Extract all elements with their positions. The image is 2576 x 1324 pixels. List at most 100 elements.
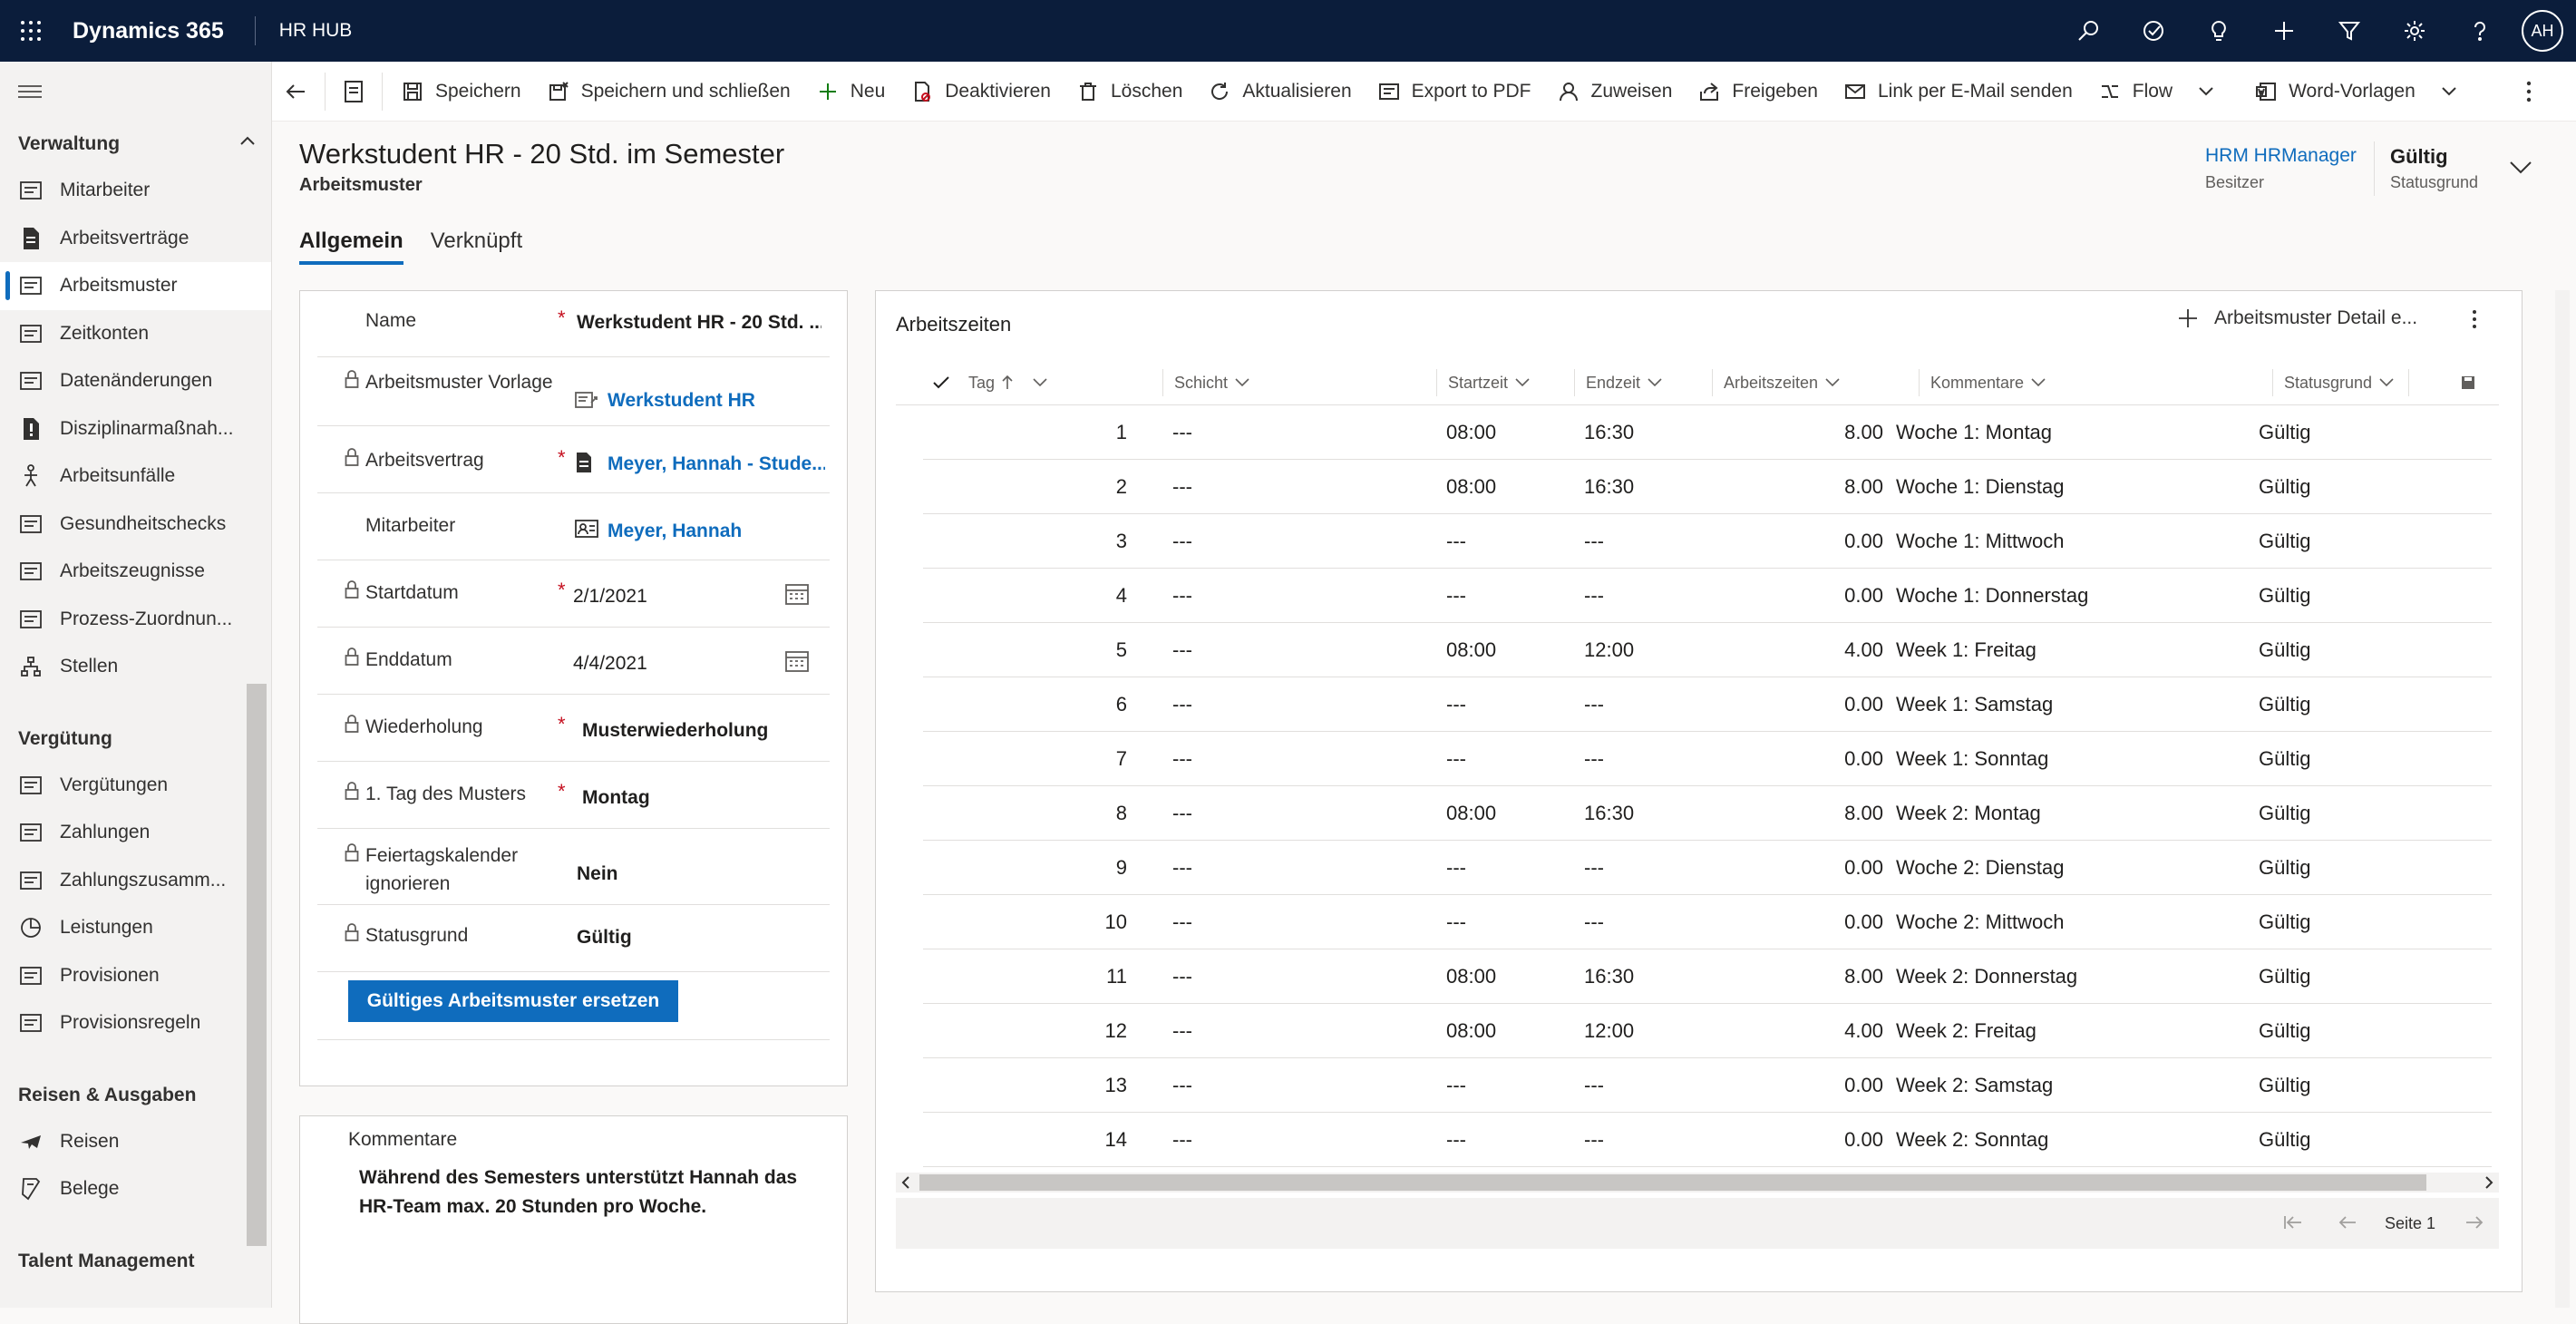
sidebar-item-leistungen[interactable]: Leistungen (0, 904, 271, 952)
sidebar-item-mitarbeiter[interactable]: Mitarbeiter (0, 167, 271, 215)
table-row[interactable]: 5 --- 08:00 12:00 4.00 Week 1: Freitag Gültig (923, 623, 2492, 677)
replace-pattern-button[interactable]: Gültiges Arbeitsmuster ersetzen (348, 980, 678, 1022)
column-header-endzeit[interactable]: Endzeit (1575, 360, 1713, 405)
brand-name[interactable]: Dynamics 365 (73, 18, 224, 44)
employee-link[interactable]: Meyer, Hannah (608, 521, 742, 542)
new-button[interactable]: Neu (803, 62, 899, 122)
table-row[interactable]: 4 --- --- --- 0.00 Woche 1: Donnerstag Gültig (923, 569, 2492, 623)
page-scrollbar[interactable] (2555, 290, 2570, 1308)
scrollbar-thumb[interactable] (919, 1174, 2426, 1191)
deactivate-button[interactable]: Deaktivieren (898, 62, 1064, 122)
sidebar-item-vergütungen[interactable]: Vergütungen (0, 762, 271, 810)
calendar-icon[interactable] (785, 582, 809, 606)
name-input[interactable]: Werkstudent HR - 20 Std. ... (577, 312, 821, 334)
table-row[interactable]: 10 --- --- --- 0.00 Woche 2: Mittwoch Gültig (923, 895, 2492, 949)
table-row[interactable]: 2 --- 08:00 16:30 8.00 Woche 1: Dienstag Gülti… (923, 460, 2492, 514)
sidebar-item-datenänderungen[interactable]: Datenänderungen (0, 357, 271, 405)
sidebar-item-provisionsregeln[interactable]: Provisionsregeln (0, 999, 271, 1047)
save-and-close-button[interactable]: Speichern und schließen (534, 62, 803, 122)
email-link-button[interactable]: Link per E-Mail senden (1831, 62, 2085, 122)
form-view-button[interactable] (331, 62, 376, 122)
select-all-checkmark-icon[interactable] (932, 360, 968, 405)
chevron-up-icon[interactable] (240, 136, 255, 145)
nav-group-talent-management[interactable]: Talent Management (0, 1239, 271, 1284)
flow-button[interactable]: Flow (2085, 62, 2241, 122)
scroll-right-icon[interactable] (2484, 1176, 2493, 1189)
refresh-button[interactable]: Aktualisieren (1195, 62, 1364, 122)
holiday-toggle[interactable]: Nein (577, 863, 618, 885)
comments-textarea[interactable]: Während des Semesters unterstützt Hannah… (359, 1163, 831, 1222)
more-commands-button[interactable] (2504, 62, 2564, 122)
table-row[interactable]: 1 --- 08:00 16:30 8.00 Woche 1: Montag Gültig (923, 405, 2492, 460)
next-page-icon[interactable] (2464, 1214, 2484, 1231)
hamburger-menu-icon[interactable] (0, 62, 271, 122)
first-page-icon[interactable] (2283, 1214, 2303, 1231)
sidebar-item-belege[interactable]: Belege (0, 1165, 271, 1213)
tab-verknuepft[interactable]: Verknüpft (431, 229, 522, 265)
template-link[interactable]: Werkstudent HR (608, 390, 755, 412)
table-row[interactable]: 11 --- 08:00 16:30 8.00 Week 2: Donnerstag Gül… (923, 949, 2492, 1004)
save-view-icon[interactable] (2461, 360, 2488, 405)
end-date-input[interactable]: 4/4/2021 (573, 653, 647, 675)
column-header-schicht[interactable]: Schicht (1163, 360, 1437, 405)
column-header-arbeitszeiten[interactable]: Arbeitszeiten (1713, 360, 1920, 405)
table-row[interactable]: 13 --- --- --- 0.00 Week 2: Samstag Gültig (923, 1058, 2492, 1113)
sidebar-scrollbar[interactable] (247, 684, 267, 1246)
gear-icon[interactable] (2382, 0, 2447, 62)
delete-button[interactable]: Löschen (1064, 62, 1195, 122)
task-icon[interactable] (2121, 0, 2186, 62)
filter-icon[interactable] (2317, 0, 2382, 62)
app-name[interactable]: HR HUB (279, 20, 353, 42)
start-date-input[interactable]: 2/1/2021 (573, 586, 647, 608)
header-expand-chevron-icon[interactable] (2510, 161, 2532, 174)
sidebar-item-arbeitszeugnisse[interactable]: Arbeitszeugnisse (0, 548, 271, 596)
table-row[interactable]: 6 --- --- --- 0.00 Week 1: Samstag Gültig (923, 677, 2492, 732)
back-button[interactable] (272, 62, 319, 122)
more-vertical-icon[interactable] (2472, 309, 2477, 329)
table-row[interactable]: 9 --- --- --- 0.00 Woche 2: Dienstag Gültig (923, 841, 2492, 895)
user-avatar[interactable]: AH (2522, 10, 2563, 52)
table-row[interactable]: 8 --- 08:00 16:30 8.00 Week 2: Montag Gültig (923, 786, 2492, 841)
lightbulb-icon[interactable] (2186, 0, 2251, 62)
app-launcher-icon[interactable] (0, 0, 62, 62)
tab-allgemein[interactable]: Allgemein (299, 229, 403, 265)
sidebar-item-provisionen[interactable]: Provisionen (0, 952, 271, 1000)
nav-group-reisen-ausgaben[interactable]: Reisen & Ausgaben (0, 1073, 271, 1118)
contract-link[interactable]: Meyer, Hannah - Stude... (608, 453, 825, 475)
nav-group-verwaltung[interactable]: Verwaltung (0, 122, 271, 167)
sidebar-item-zahlungszusamm[interactable]: Zahlungszusamm... (0, 857, 271, 905)
column-header-tag[interactable]: Tag (968, 360, 1163, 405)
sidebar-item-gesundheitschecks[interactable]: Gesundheitschecks (0, 501, 271, 549)
assign-button[interactable]: Zuweisen (1544, 62, 1686, 122)
repeat-select[interactable]: Musterwiederholung (582, 720, 768, 742)
export-pdf-button[interactable]: Export to PDF (1365, 62, 1544, 122)
sidebar-item-zeitkonten[interactable]: Zeitkonten (0, 310, 271, 358)
add-pattern-detail-button[interactable]: Arbeitsmuster Detail e... (2178, 307, 2417, 329)
search-icon[interactable] (2056, 0, 2121, 62)
column-header-startzeit[interactable]: Startzeit (1437, 360, 1575, 405)
previous-page-icon[interactable] (2338, 1214, 2357, 1231)
column-header-kommentare[interactable]: Kommentare (1920, 360, 2273, 405)
sidebar-item-prozess-zuordnun[interactable]: Prozess-Zuordnun... (0, 596, 271, 644)
grid-horizontal-scrollbar[interactable] (896, 1173, 2499, 1193)
sidebar-item-reisen[interactable]: Reisen (0, 1118, 271, 1166)
nav-group-verg-tung[interactable]: Vergütung (0, 716, 271, 762)
save-button[interactable]: Speichern (388, 62, 534, 122)
table-row[interactable]: 14 --- --- --- 0.00 Week 2: Sonntag Gültig (923, 1113, 2492, 1167)
sidebar-item-zahlungen[interactable]: Zahlungen (0, 809, 271, 857)
sidebar-item-arbeitsunfälle[interactable]: Arbeitsunfälle (0, 453, 271, 501)
table-row[interactable]: 7 --- --- --- 0.00 Week 1: Sonntag Gültig (923, 732, 2492, 786)
sidebar-item-arbeitsverträge[interactable]: Arbeitsverträge (0, 215, 271, 263)
word-templates-button[interactable]: Word-Vorlagen (2241, 62, 2484, 122)
sidebar-item-arbeitsmuster[interactable]: Arbeitsmuster (0, 262, 271, 310)
column-header-statusgrund[interactable]: Statusgrund (2273, 360, 2409, 405)
table-row[interactable]: 12 --- 08:00 12:00 4.00 Week 2: Freitag Gültig (923, 1004, 2492, 1058)
first-day-select[interactable]: Montag (582, 787, 650, 809)
share-button[interactable]: Freigeben (1685, 62, 1831, 122)
table-row[interactable]: 3 --- --- --- 0.00 Woche 1: Mittwoch Gültig (923, 514, 2492, 569)
plus-icon[interactable] (2251, 0, 2317, 62)
sidebar-item-stellen[interactable]: Stellen (0, 643, 271, 691)
calendar-icon[interactable] (785, 649, 809, 673)
owner-link[interactable]: HRM HRManager (2205, 145, 2357, 167)
sidebar-item-disziplinarmaßnah[interactable]: Disziplinarmaßnah... (0, 405, 271, 453)
